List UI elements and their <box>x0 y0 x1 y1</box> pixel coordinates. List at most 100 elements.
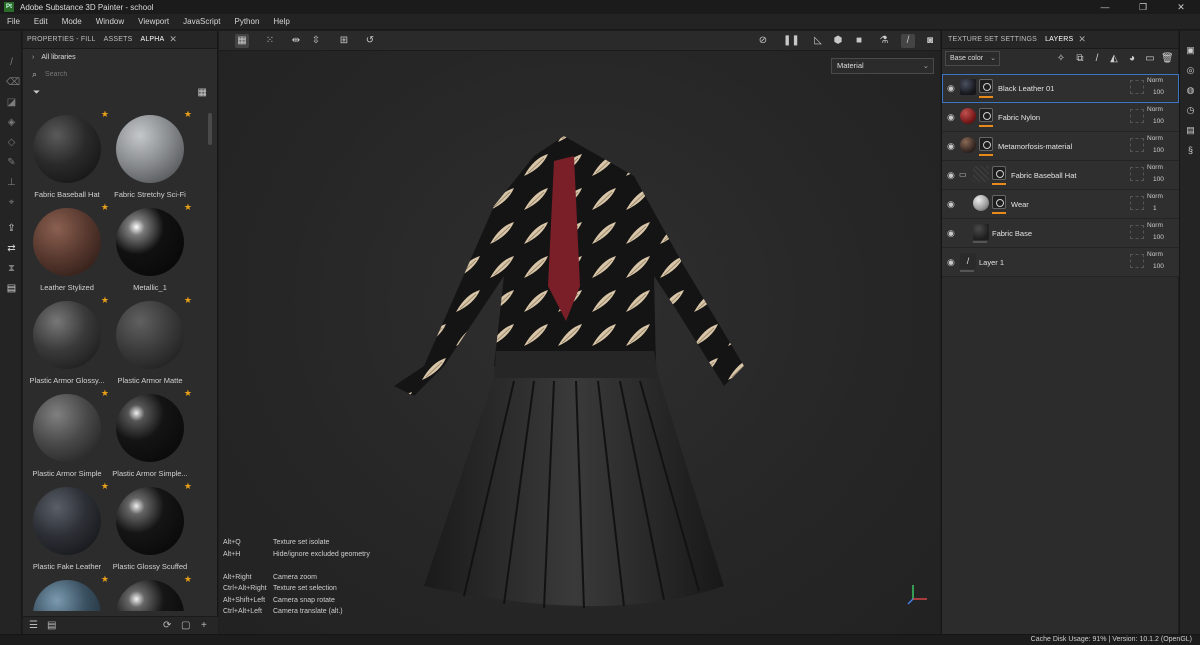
visibility-eye-icon[interactable]: ◉ <box>947 141 955 152</box>
layer-opacity[interactable]: 100 <box>1153 263 1164 270</box>
material-card[interactable]: ★ Plastic Armor Simple... <box>108 388 192 482</box>
visibility-eye-icon[interactable]: ◉ <box>947 228 955 239</box>
history-icon[interactable]: ◷ <box>1185 105 1196 116</box>
material-card[interactable]: ★ <box>25 574 109 611</box>
tab-assets[interactable]: ASSETS <box>100 36 137 43</box>
visibility-eye-icon[interactable]: ◉ <box>947 257 955 268</box>
blend-mode[interactable]: Norm <box>1147 193 1163 200</box>
polygon-fill-icon[interactable]: ◈ <box>6 117 17 128</box>
import-icon[interactable]: ▢ <box>181 620 190 631</box>
search-input[interactable] <box>45 71 186 78</box>
menu-javascript[interactable]: JavaScript <box>176 14 227 30</box>
symmetry-icon[interactable]: ⇹ <box>289 34 303 48</box>
add-fill-layer-icon[interactable]: ◭ <box>1108 53 1120 65</box>
favorite-star-icon[interactable]: ★ <box>184 202 192 213</box>
pause-icon[interactable]: ❚❚ <box>783 34 800 48</box>
favorite-star-icon[interactable]: ★ <box>184 574 192 585</box>
layer-opacity[interactable]: 100 <box>1153 89 1164 96</box>
material-card[interactable]: ★ Plastic Armor Glossy... <box>25 295 109 389</box>
document-icon[interactable]: ▤ <box>6 283 17 294</box>
add-mask-icon[interactable]: ⧉ <box>1074 53 1086 65</box>
favorite-star-icon[interactable]: ★ <box>184 295 192 306</box>
menu-edit[interactable]: Edit <box>27 14 55 30</box>
material-card[interactable]: ★ Fabric Stretchy Sci-Fi <box>108 111 192 203</box>
tab-texture-set-settings[interactable]: TEXTURE SET SETTINGS <box>944 36 1041 43</box>
layer-row[interactable]: ◉ Fabric Nylon Norm 100 <box>942 103 1179 132</box>
layer-channel-dropdown[interactable]: Base color ⌄ <box>945 51 1000 66</box>
hide-icon[interactable]: ⊘ <box>756 34 770 48</box>
layer-row[interactable]: ◉ ▭ Fabric Baseball Hat Norm 100 <box>942 161 1179 190</box>
material-card[interactable]: ★ Fabric Baseball Hat <box>25 111 109 203</box>
stamp-icon[interactable]: ⊥ <box>6 177 17 188</box>
minimize-icon[interactable]: — <box>1086 0 1124 14</box>
layer-row[interactable]: ◉ Fabric Base Norm 100 <box>942 219 1179 248</box>
library-selector[interactable]: › All libraries <box>23 49 217 66</box>
frame-icon[interactable]: ⊞ <box>337 34 351 48</box>
folder-icon[interactable]: ▭ <box>959 170 967 179</box>
log-icon[interactable]: ▤ <box>1185 125 1196 136</box>
export-icon[interactable]: ⇪ <box>6 223 17 234</box>
paint-brush-icon[interactable]: / <box>6 57 17 68</box>
mask-icon[interactable] <box>992 166 1006 180</box>
add-smart-material-icon[interactable]: ◕ <box>1126 53 1138 65</box>
filter-icon[interactable]: ⏷ <box>33 87 40 98</box>
dots-grid-icon[interactable]: ⁙ <box>263 34 277 48</box>
layer-opacity[interactable]: 100 <box>1153 234 1164 241</box>
material-card[interactable]: ★ Plastic Fake Leather <box>25 481 109 575</box>
tab-layers[interactable]: LAYERS <box>1041 36 1077 43</box>
layer-row[interactable]: ◉ Black Leather 01 Norm 100 <box>942 74 1179 103</box>
add-paint-layer-icon[interactable]: / <box>1091 53 1103 65</box>
substance-icon[interactable]: § <box>1185 145 1196 156</box>
picker-icon[interactable]: ⌖ <box>6 197 17 208</box>
close-tab-icon[interactable]: ✕ <box>1078 34 1086 45</box>
cube-icon[interactable]: ⬢ <box>831 34 845 48</box>
visibility-eye-icon[interactable]: ◉ <box>947 83 955 94</box>
camera-icon[interactable]: ■ <box>852 34 866 48</box>
menu-file[interactable]: File <box>0 14 27 30</box>
tab-properties-fill[interactable]: PROPERTIES - FILL <box>23 36 100 43</box>
list-view-icon[interactable]: ▤ <box>47 620 56 631</box>
material-card[interactable]: ★ <box>108 574 192 611</box>
menu-help[interactable]: Help <box>266 14 296 30</box>
blend-mode[interactable]: Norm <box>1147 77 1163 84</box>
close-tab-icon[interactable]: ✕ <box>169 34 177 45</box>
mask-icon[interactable] <box>992 195 1006 209</box>
material-card[interactable]: ★ Metallic_1 <box>108 202 192 296</box>
blend-mode[interactable]: Norm <box>1147 164 1163 171</box>
close-icon[interactable]: ✕ <box>1162 0 1200 14</box>
favorite-star-icon[interactable]: ★ <box>184 388 192 399</box>
bake-icon[interactable]: ⇄ <box>6 243 17 254</box>
mirror-icon[interactable]: ⇳ <box>309 34 323 48</box>
layer-opacity[interactable]: 100 <box>1153 176 1164 183</box>
scrollbar[interactable] <box>208 113 212 145</box>
delete-icon[interactable]: 🗑 <box>1161 53 1174 65</box>
add-effect-icon[interactable]: ✧ <box>1055 53 1067 65</box>
brush-icon[interactable]: / <box>901 34 915 48</box>
favorite-star-icon[interactable]: ★ <box>184 111 192 120</box>
3d-viewport[interactable]: ▦ ⁙ ⇹ ⇳ ⊞ ↺ ⊘ ❚❚ ◺ ⬢ ■ ⚗ / ◙ Material ⌄ <box>219 31 940 634</box>
smudge-icon[interactable]: ◇ <box>6 137 17 148</box>
layer-row[interactable]: ◉ Metamorfosis-material Norm 100 <box>942 132 1179 161</box>
shader-settings-icon[interactable]: ◍ <box>1185 85 1196 96</box>
menu-python[interactable]: Python <box>228 14 267 30</box>
viewport-channel-select[interactable]: Material ⌄ <box>831 58 934 74</box>
blend-mode[interactable]: Norm <box>1147 106 1163 113</box>
clone-icon[interactable]: ✎ <box>6 157 17 168</box>
layer-opacity[interactable]: 1 <box>1153 205 1157 212</box>
menu-window[interactable]: Window <box>89 14 131 30</box>
render-icon[interactable]: ⚗ <box>877 34 891 48</box>
eraser-icon[interactable]: ⌫ <box>6 77 20 88</box>
projection-icon[interactable]: ◪ <box>6 97 17 108</box>
material-card[interactable]: ★ Plastic Armor Simple <box>25 388 109 482</box>
screenshot-icon[interactable]: ◙ <box>923 34 937 48</box>
add-icon[interactable]: + <box>201 620 207 631</box>
texture-set-list-icon[interactable]: ▣ <box>1185 45 1196 56</box>
sort-icon[interactable]: ☰ <box>29 620 38 631</box>
material-card[interactable]: ★ Plastic Armor Matte <box>108 295 192 389</box>
history-icon[interactable]: ↺ <box>363 34 377 48</box>
mask-icon[interactable] <box>979 108 993 122</box>
layer-row[interactable]: ◉ / Layer 1 Norm 100 <box>942 248 1179 277</box>
grid-select-icon[interactable]: ▦ <box>235 34 249 48</box>
menu-viewport[interactable]: Viewport <box>131 14 176 30</box>
layer-opacity[interactable]: 100 <box>1153 147 1164 154</box>
